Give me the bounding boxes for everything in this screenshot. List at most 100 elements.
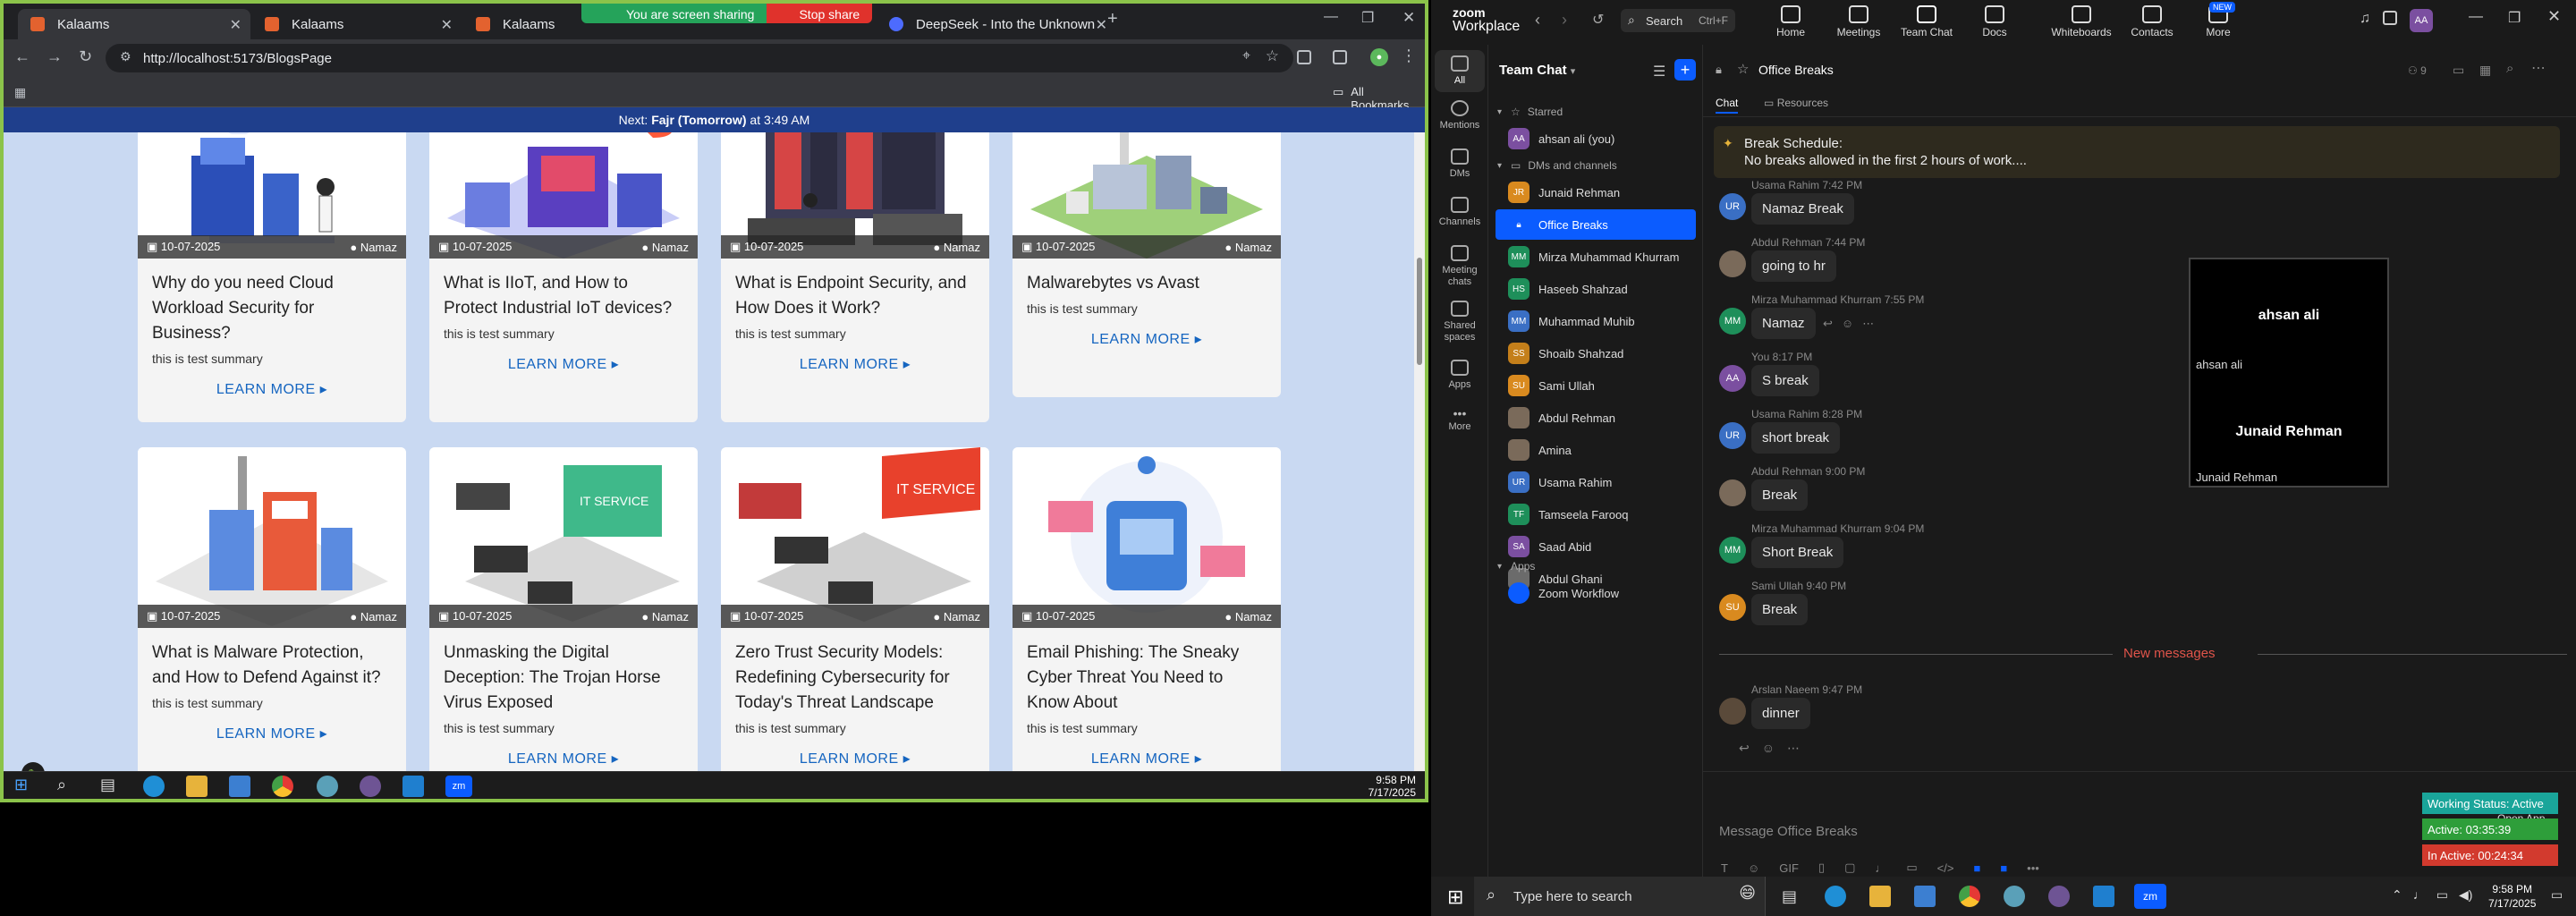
chevron-up-icon[interactable]: ⌃ [2392, 887, 2402, 903]
user-avatar[interactable]: AA [2410, 9, 2433, 32]
format-icon[interactable]: T [1721, 861, 1728, 875]
contact-item[interactable]: UR Usama Rahim [1488, 467, 1703, 497]
video-call-icon[interactable]: ▭ [2453, 63, 2464, 78]
blog-card[interactable]: ▣ 10-07-2025 ● Namaz What is Malware Prot… [138, 447, 406, 771]
back-icon[interactable]: ← [14, 47, 30, 66]
blog-card[interactable]: ▣ 10-07-2025 ● Namaz Why do you need Clou… [138, 132, 406, 422]
chrome-icon[interactable] [272, 776, 293, 797]
app-icon[interactable] [317, 776, 338, 797]
rail-apps[interactable]: Apps [1431, 360, 1488, 391]
favorite-star-icon[interactable]: ☆ [1737, 61, 1749, 77]
puzzle-icon[interactable] [1333, 50, 1347, 64]
message-bubble[interactable]: Namaz [1751, 308, 1816, 339]
profile-icon[interactable]: ● [1370, 48, 1388, 66]
address-bar[interactable]: http://localhost:5173/BlogsPage ⚙ ⌖ ☆ [106, 44, 1293, 72]
calendar-icon[interactable]: ▦ [2479, 63, 2491, 78]
history-icon[interactable]: ↺ [1592, 11, 1604, 29]
extension-icon[interactable] [1297, 50, 1311, 64]
rail-more[interactable]: ••• More [1431, 407, 1488, 433]
blog-title[interactable]: Zero Trust Security Models: Redefining C… [721, 628, 989, 716]
page-scrollbar[interactable] [1414, 132, 1425, 771]
browser-tab[interactable]: Kalaams ✕ [18, 9, 250, 39]
screenshot-icon[interactable]: ▢ [1844, 861, 1855, 875]
nav-docs[interactable]: Docs [1966, 5, 2023, 38]
more-options-icon[interactable]: ⋯ [1862, 317, 1874, 331]
message-sender[interactable]: Usama Rahim [1751, 408, 1819, 420]
store-icon[interactable] [229, 776, 250, 797]
blog-card[interactable]: IT SERVICE ▣ 10-07-2025 ● Namaz Zero Trus… [721, 447, 989, 771]
browser-menu-icon[interactable]: ⋮ [1401, 47, 1417, 65]
learn-more-link[interactable]: LEARN MORE ▸ [138, 366, 406, 398]
contact-item[interactable]: MM Mirza Muhammad Khurram [1488, 242, 1703, 272]
more-options-icon[interactable]: ••• [2027, 861, 2039, 875]
learn-more-link[interactable]: LEARN MORE ▸ [1013, 735, 1281, 768]
blog-title[interactable]: What is Malware Protection, and How to D… [138, 628, 406, 691]
message-sender[interactable]: Usama Rahim [1751, 179, 1819, 191]
contact-item[interactable]: SU Sami Ullah [1488, 370, 1703, 401]
browser-tab[interactable]: Kalaams ✕ [252, 9, 462, 39]
message-bubble[interactable]: Short Break [1751, 537, 1844, 568]
browser-tab[interactable]: Kalaams [463, 9, 589, 39]
emoji-icon[interactable]: ☺ [1748, 861, 1759, 875]
code-icon[interactable]: </> [1937, 861, 1954, 875]
nav-whiteboards[interactable]: Whiteboards [2045, 5, 2118, 38]
annotate-pen-icon[interactable]: ✎ [21, 762, 45, 771]
close-window-icon[interactable]: ✕ [1402, 9, 1415, 27]
file-explorer-icon[interactable] [1869, 886, 1891, 907]
blog-title[interactable]: Malwarebytes vs Avast [1013, 259, 1281, 296]
blog-title[interactable]: Unmasking the Digital Deception: The Tro… [429, 628, 698, 716]
mic-icon[interactable]: ♩ [1875, 861, 1886, 875]
message-bubble[interactable]: dinner [1751, 698, 1810, 729]
message-bubble[interactable]: Break [1751, 479, 1809, 511]
blog-card[interactable]: IT SERVICE ▣ 10-07-2025 ● Namaz Unmasking… [429, 447, 698, 771]
contact-item[interactable]: JR Junaid Rehman [1488, 177, 1703, 208]
nav-home[interactable]: Home [1762, 5, 1819, 38]
blog-card[interactable]: ▣ 10-07-2025 ● Namaz Email Phishing: The … [1013, 447, 1281, 771]
network-icon[interactable]: ▭ [2436, 887, 2448, 903]
site-info-icon[interactable]: ⚙ [120, 49, 131, 64]
reply-icon[interactable]: ↩ [1823, 317, 1833, 331]
blog-title[interactable]: Why do you need Cloud Workload Security … [138, 259, 406, 346]
message-bubble[interactable]: short break [1751, 422, 1841, 454]
mic-icon[interactable]: ♩ [2413, 887, 2426, 903]
app-icon[interactable]: ■ [1973, 861, 1980, 875]
message-sender[interactable]: You [1751, 351, 1769, 363]
back-icon[interactable]: ‹ [1535, 11, 1540, 30]
more-options-icon[interactable]: ⋯ [2531, 59, 2546, 77]
reload-icon[interactable]: ↻ [79, 47, 92, 66]
contact-item[interactable]: HS Haseeb Shahzad [1488, 274, 1703, 304]
file-explorer-icon[interactable] [186, 776, 208, 797]
contact-item[interactable]: SA Saad Abid [1488, 531, 1703, 562]
message-bubble[interactable]: going to hr [1751, 250, 1836, 282]
attach-file-icon[interactable]: ▯ [1818, 861, 1825, 875]
blog-card[interactable]: ▣ 10-07-2025 ● Namaz What is Endpoint Sec… [721, 132, 989, 422]
channel-title[interactable]: Office Breaks [1758, 63, 1834, 77]
tab-chat[interactable]: Chat [1716, 97, 1739, 114]
message-sender[interactable]: Abdul Rehman [1751, 236, 1822, 249]
emoji-reaction-icon[interactable]: ☺ [1762, 741, 1775, 756]
browser-tab[interactable]: DeepSeek - Into the Unknown ✕ [877, 9, 1116, 39]
contact-item[interactable]: SS Shoaib Shahzad [1488, 338, 1703, 369]
contact-item[interactable]: TF Tamseela Farooq [1488, 499, 1703, 530]
location-icon[interactable]: ⌖ [1242, 48, 1250, 64]
search-icon[interactable]: ⌕ [57, 776, 79, 797]
message-sender[interactable]: Sami Ullah [1751, 580, 1803, 592]
close-tab-icon[interactable]: ✕ [230, 16, 242, 34]
minimize-icon[interactable]: — [2469, 9, 2483, 25]
message-sender[interactable]: Mirza Muhammad Khurram [1751, 293, 1881, 306]
task-view-icon[interactable]: ▤ [1782, 887, 1797, 906]
store-icon[interactable] [1914, 886, 1936, 907]
blog-title[interactable]: What is IIoT, and How to Protect Industr… [429, 259, 698, 321]
minimize-icon[interactable]: — [1324, 9, 1338, 25]
github-icon[interactable] [2048, 886, 2070, 907]
learn-more-link[interactable]: LEARN MORE ▸ [1013, 316, 1281, 348]
pinned-break-schedule[interactable]: ✦ Break Schedule: No breaks allowed in t… [1714, 126, 2560, 178]
contact-item[interactable]: Amina [1488, 435, 1703, 465]
rail-all[interactable]: All [1435, 50, 1485, 92]
apps-grid-icon[interactable]: ▦ [14, 85, 26, 100]
close-window-icon[interactable]: ✕ [2547, 7, 2561, 26]
maximize-icon[interactable]: ❐ [1361, 9, 1374, 27]
app-icon[interactable] [2004, 886, 2025, 907]
windows-start-icon[interactable]: ⊞ [1447, 886, 1463, 909]
maximize-icon[interactable]: ❐ [2508, 9, 2521, 27]
